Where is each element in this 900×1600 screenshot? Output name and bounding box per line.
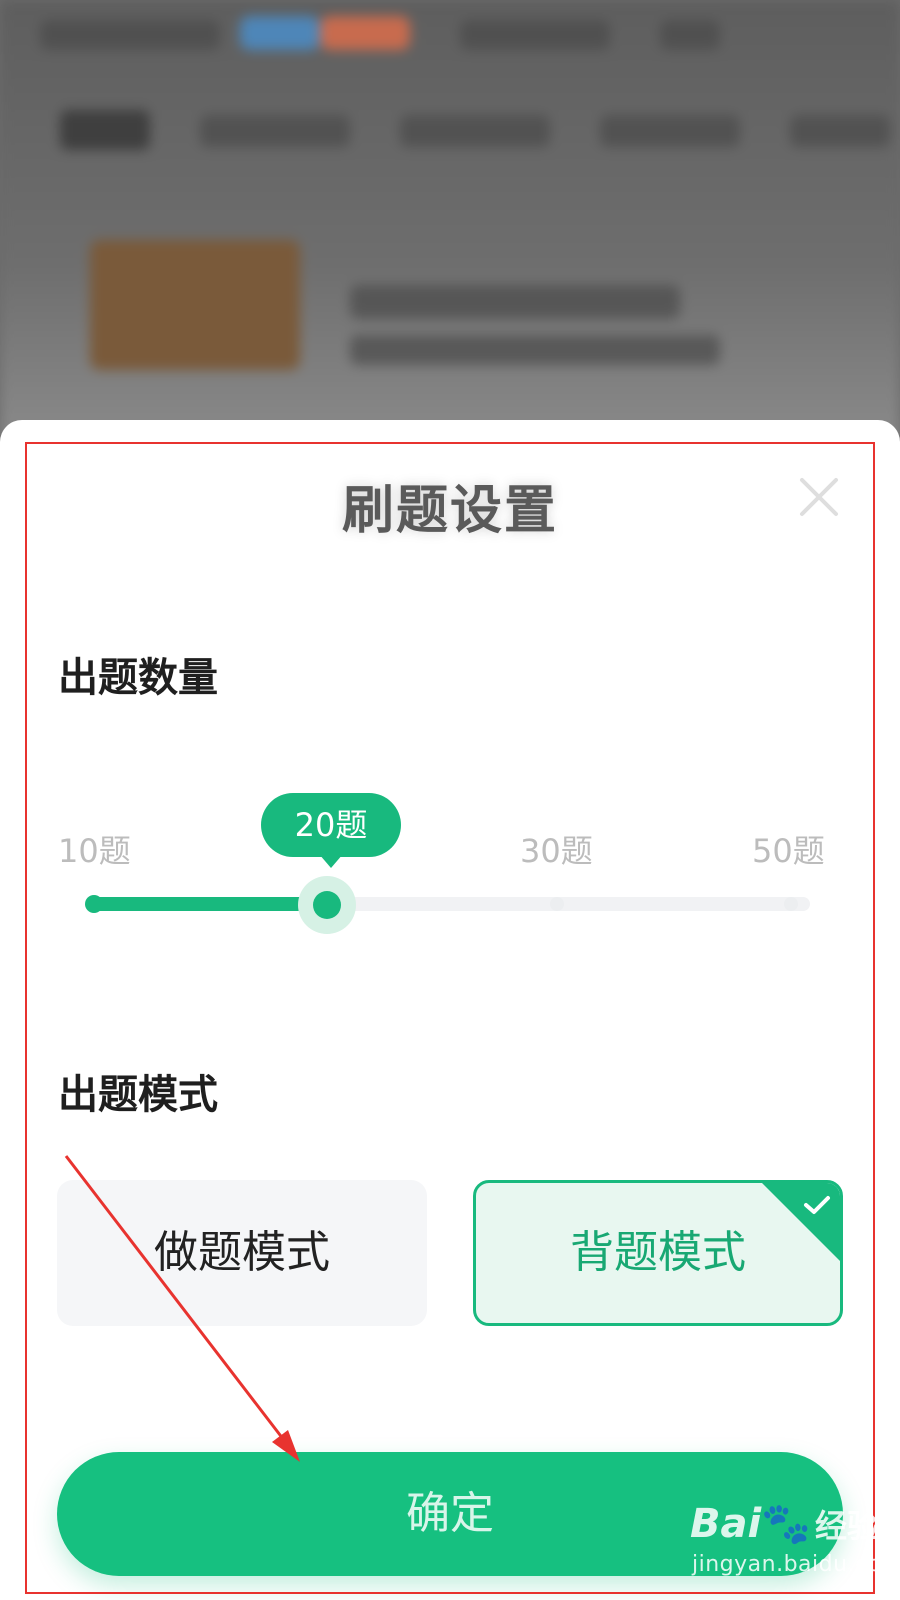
watermark-url: jingyan.baidu.com xyxy=(692,1552,900,1577)
memorize-mode-option[interactable]: 背题模式 xyxy=(473,1180,843,1326)
check-icon xyxy=(804,1196,830,1214)
close-icon[interactable] xyxy=(796,474,842,520)
watermark-brand: Bai xyxy=(690,1501,762,1547)
tick-label-50[interactable]: 50题 xyxy=(752,826,825,872)
bubble-tail xyxy=(319,854,343,868)
selected-count-bubble: 20题 xyxy=(261,793,401,857)
sheet-title: 刷题设置 xyxy=(341,481,558,541)
baidu-jingyan-watermark: Bai🐾 经验 jingyan.baidu.com xyxy=(690,1500,900,1590)
question-count-label: 出题数量 xyxy=(58,655,218,701)
practice-mode-label: 做题模式 xyxy=(154,1227,330,1278)
question-count-slider-fill xyxy=(92,897,329,911)
question-count-slider-thumb[interactable] xyxy=(313,891,341,919)
tick-label-10[interactable]: 10题 xyxy=(58,826,131,872)
memorize-mode-label: 背题模式 xyxy=(570,1227,746,1278)
question-mode-label: 出题模式 xyxy=(58,1072,218,1118)
slider-start-dot xyxy=(85,895,103,913)
practice-mode-option[interactable]: 做题模式 xyxy=(57,1180,427,1326)
tick-label-30[interactable]: 30题 xyxy=(520,826,593,872)
watermark-brand-suffix: 经验 xyxy=(815,1507,880,1545)
slider-tick-dot-50 xyxy=(784,897,798,911)
practice-settings-sheet xyxy=(0,420,900,1600)
background-app-blurred xyxy=(0,0,900,440)
slider-tick-dot-30 xyxy=(550,897,564,911)
